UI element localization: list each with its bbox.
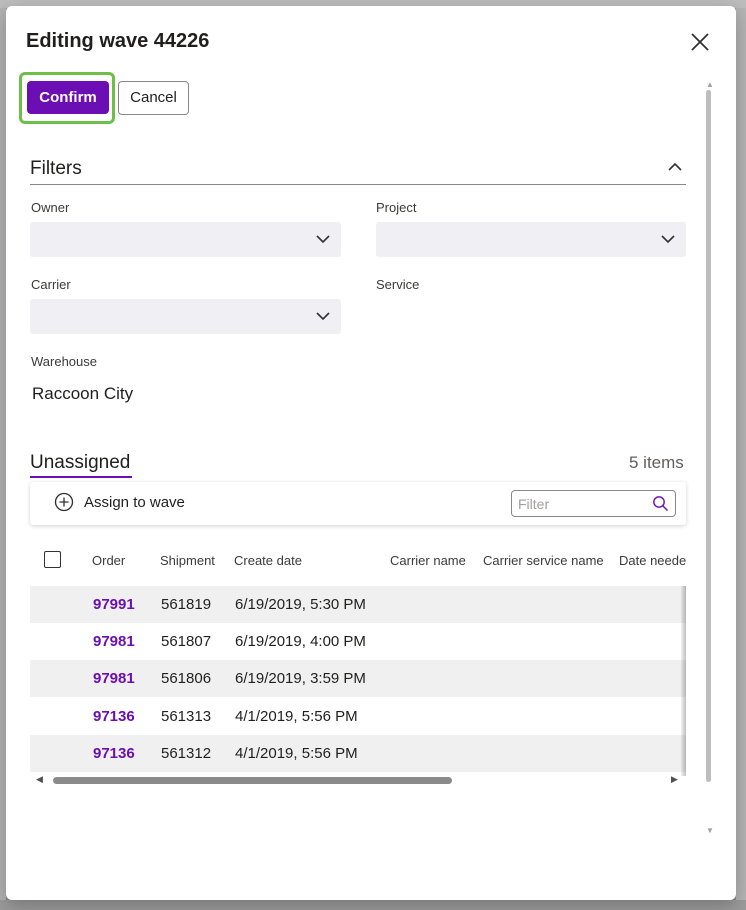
chevron-up-icon: [668, 162, 682, 171]
vertical-scrollbar-thumb[interactable]: [706, 90, 711, 782]
filters-collapse-toggle[interactable]: [666, 158, 684, 176]
assign-to-wave-button-icon[interactable]: [54, 492, 74, 512]
warehouse-value: Raccoon City: [32, 384, 134, 403]
filters-section-title: Filters: [30, 158, 82, 179]
grid-overflow-shadow: [681, 586, 686, 776]
column-header-date-needed[interactable]: Date neede: [619, 553, 686, 568]
owner-label: Owner: [31, 200, 70, 215]
tab-unassigned-indicator: [30, 476, 132, 478]
scroll-up-arrow[interactable]: ▲: [706, 80, 714, 89]
dialog-title: Editing wave 44226: [26, 30, 210, 52]
table-row[interactable]: 97981 561806 6/19/2019, 3:59 PM: [30, 660, 686, 697]
confirm-button[interactable]: Confirm: [27, 81, 109, 114]
search-icon[interactable]: [652, 495, 669, 512]
table-row[interactable]: 97136 561312 4/1/2019, 5:56 PM: [30, 735, 686, 772]
column-header-carrier-name[interactable]: Carrier name: [390, 553, 466, 568]
create-date-cell: 6/19/2019, 3:59 PM: [235, 670, 366, 687]
create-date-cell: 4/1/2019, 5:56 PM: [235, 708, 358, 725]
table-row[interactable]: 97981 561807 6/19/2019, 4:00 PM: [30, 623, 686, 660]
background-page-right: [736, 8, 746, 910]
column-header-create-date[interactable]: Create date: [234, 553, 302, 568]
tab-unassigned[interactable]: Unassigned: [30, 452, 130, 474]
order-link[interactable]: 97991: [93, 596, 135, 613]
order-link[interactable]: 97981: [93, 670, 135, 687]
shipment-cell: 561313: [161, 708, 212, 725]
create-date-cell: 6/19/2019, 4:00 PM: [235, 633, 366, 650]
order-link[interactable]: 97136: [93, 708, 135, 725]
filter-input[interactable]: [518, 495, 648, 513]
column-header-shipment[interactable]: Shipment: [160, 553, 215, 568]
add-circle-icon: [54, 492, 74, 512]
project-label: Project: [376, 200, 417, 215]
shipment-cell: 561819: [161, 596, 212, 613]
shipment-cell: 561806: [161, 670, 212, 687]
column-header-carrier-service-name[interactable]: Carrier service name: [483, 553, 604, 568]
edit-wave-dialog: Editing wave 44226 Confirm Cancel ▲ ▼ Fi…: [6, 6, 736, 900]
scroll-left-arrow[interactable]: ◀: [36, 774, 43, 785]
items-count: 5 items: [629, 453, 684, 472]
background-page-bottom: [0, 900, 746, 910]
unassigned-orders-grid: Order Shipment Create date Carrier name …: [30, 536, 686, 776]
warehouse-label: Warehouse: [31, 354, 97, 369]
owner-select[interactable]: [30, 222, 341, 257]
select-all-checkbox[interactable]: [44, 551, 61, 568]
filter-box[interactable]: [511, 490, 676, 517]
table-row[interactable]: 97991 561819 6/19/2019, 5:30 PM: [30, 586, 686, 623]
service-label: Service: [376, 277, 420, 292]
create-date-cell: 6/19/2019, 5:30 PM: [235, 596, 366, 613]
scroll-right-arrow[interactable]: ▶: [671, 774, 678, 785]
table-row[interactable]: 97136 561313 4/1/2019, 5:56 PM: [30, 698, 686, 735]
assign-to-wave-button[interactable]: Assign to wave: [84, 494, 185, 511]
column-header-order[interactable]: Order: [92, 553, 125, 568]
order-link[interactable]: 97136: [93, 745, 135, 762]
filters-divider: [30, 184, 686, 185]
carrier-select[interactable]: [30, 299, 341, 334]
grid-toolbar: Assign to wave: [30, 482, 686, 525]
shipment-cell: 561312: [161, 745, 212, 762]
close-icon: [691, 33, 709, 51]
create-date-cell: 4/1/2019, 5:56 PM: [235, 745, 358, 762]
carrier-label: Carrier: [31, 277, 71, 292]
order-link[interactable]: 97981: [93, 633, 135, 650]
chevron-down-icon: [316, 235, 330, 244]
chevron-down-icon: [316, 312, 330, 321]
chevron-down-icon: [661, 235, 675, 244]
project-select[interactable]: [376, 222, 686, 257]
grid-header: Order Shipment Create date Carrier name …: [30, 536, 686, 586]
cancel-button[interactable]: Cancel: [118, 81, 189, 115]
scroll-down-arrow[interactable]: ▼: [706, 826, 714, 835]
horizontal-scrollbar[interactable]: ◀ ▶: [30, 774, 686, 786]
horizontal-scrollbar-thumb[interactable]: [53, 777, 452, 784]
shipment-cell: 561807: [161, 633, 212, 650]
close-button[interactable]: [686, 28, 714, 56]
